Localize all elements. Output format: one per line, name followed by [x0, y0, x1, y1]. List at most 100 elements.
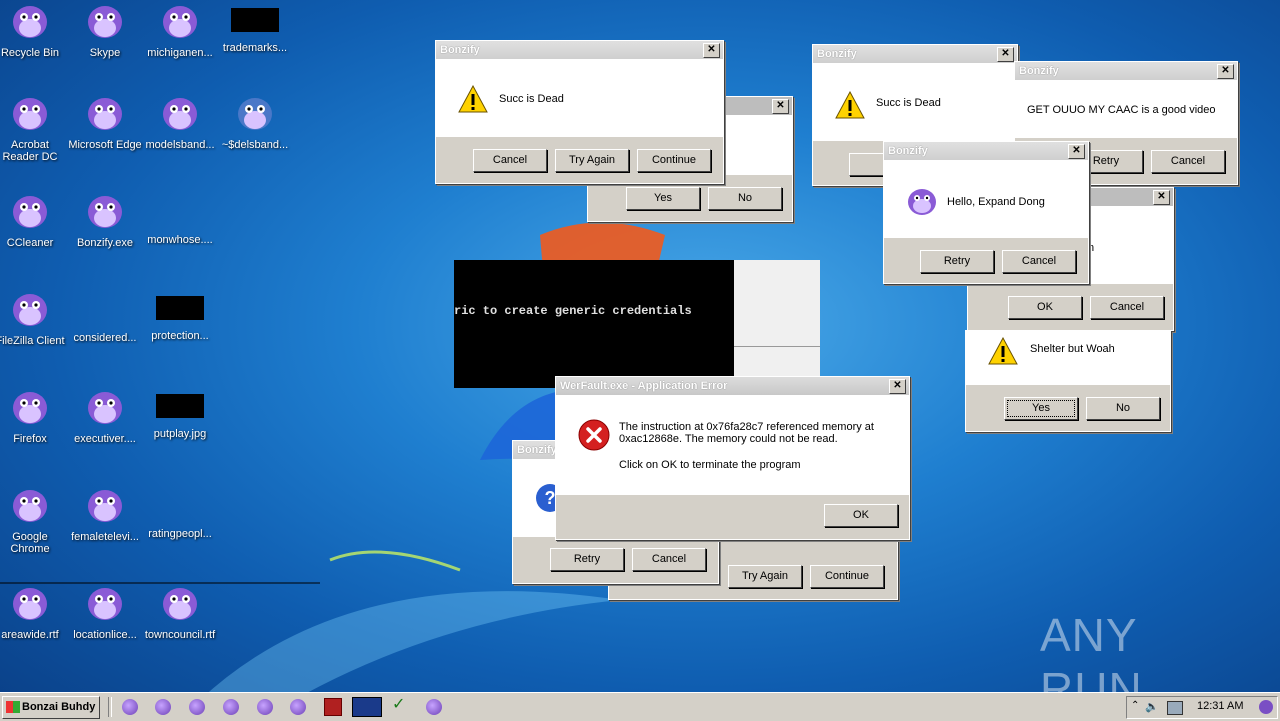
- desktop-icon-label: considered...: [73, 332, 137, 344]
- retry-button[interactable]: Retry: [550, 548, 624, 571]
- close-icon[interactable]: ✕: [1153, 190, 1170, 205]
- taskbar-bonzi-icon-1[interactable]: [122, 699, 138, 715]
- close-icon[interactable]: ✕: [1068, 144, 1085, 159]
- redacted-thumbnail-icon: [231, 8, 279, 32]
- desktop-icon-label: areawide.rtf: [1, 629, 59, 641]
- desktop-icon[interactable]: protection...: [142, 288, 218, 342]
- clock[interactable]: 12:31 AM: [1197, 700, 1243, 712]
- desktop-icon-label: protection...: [151, 330, 209, 342]
- warning-icon: [988, 337, 1018, 365]
- desktop-icon[interactable]: locationlice...: [67, 582, 143, 641]
- close-icon[interactable]: ✕: [997, 47, 1014, 62]
- desktop-icon[interactable]: monwhose....: [142, 190, 218, 246]
- desktop-icon-label: Firefox: [13, 433, 47, 445]
- continue-button[interactable]: Continue: [810, 565, 884, 588]
- yes-button[interactable]: Yes: [626, 187, 700, 210]
- desktop-icon[interactable]: Bonzify.exe: [67, 190, 143, 249]
- taskbar-monitor-icon[interactable]: [352, 697, 382, 717]
- blank-icon: [142, 190, 218, 234]
- desktop-icon[interactable]: executiver....: [67, 386, 143, 445]
- dialog-title: WerFault.exe - Application Error: [560, 380, 728, 392]
- desktop-icon[interactable]: michiganen...: [142, 0, 218, 59]
- desktop-icon-label: CCleaner: [6, 237, 54, 249]
- bonzi-icon: [163, 6, 197, 38]
- desktop-icon[interactable]: CCleaner: [0, 190, 68, 249]
- dialog-body: Succ is Dead: [813, 63, 1017, 141]
- error-line-2: 0xac12868e. The memory could not be read…: [619, 433, 838, 445]
- console-text: ric to create generic credentials: [454, 304, 692, 318]
- desktop-icon-label: towncouncil.rtf: [144, 629, 216, 641]
- desktop-icon-label: monwhose....: [147, 234, 213, 246]
- bonzi-icon: [13, 392, 47, 424]
- warning-icon: [835, 91, 865, 119]
- close-icon[interactable]: ✕: [889, 379, 906, 394]
- windows-flag-icon: [6, 701, 20, 714]
- no-button[interactable]: No: [1086, 397, 1160, 420]
- cancel-button[interactable]: Cancel: [1151, 150, 1225, 173]
- cancel-button[interactable]: Cancel: [1090, 296, 1164, 319]
- desktop-icon[interactable]: Skype: [67, 0, 143, 59]
- close-icon[interactable]: ✕: [1217, 64, 1234, 79]
- desktop-icon[interactable]: Recycle Bin: [0, 0, 68, 59]
- anyrun-watermark: ANY RUN: [1040, 608, 1240, 715]
- taskbar-bonzi-icon-4[interactable]: [223, 699, 239, 715]
- bonzify-dialog-hello: Bonzify ✕ Hello, Expand Dong Retry Cancel: [883, 141, 1089, 284]
- desktop-icon[interactable]: Microsoft Edge: [67, 92, 143, 151]
- error-line-1: The instruction at 0x76fa28c7 referenced…: [619, 421, 874, 433]
- desktop-icon[interactable]: ~$delsband...: [217, 92, 293, 151]
- desktop-icon-label: femaletelevi...: [71, 531, 139, 543]
- desktop-icon[interactable]: considered...: [67, 288, 143, 344]
- close-icon[interactable]: ✕: [772, 99, 789, 114]
- speaker-icon[interactable]: 🔈: [1145, 700, 1159, 713]
- continue-button[interactable]: Continue: [637, 149, 711, 172]
- tray-bonzi-icon[interactable]: [1259, 700, 1273, 714]
- desktop-icon[interactable]: Google Chrome: [0, 484, 68, 555]
- bonzi-icon: [163, 588, 197, 620]
- bonzi-icon: [88, 392, 122, 424]
- desktop-icon[interactable]: trademarks...: [217, 0, 293, 54]
- taskbar-red-app-icon[interactable]: [324, 698, 342, 716]
- desktop-icon[interactable]: Firefox: [0, 386, 68, 445]
- yes-button[interactable]: Yes: [1004, 397, 1078, 420]
- start-button[interactable]: Bonzai Buhdy: [2, 696, 100, 719]
- desktop-icon[interactable]: modelsband...: [142, 92, 218, 151]
- ok-button[interactable]: OK: [1008, 296, 1082, 319]
- desktop-icon[interactable]: putplay.jpg: [142, 386, 218, 440]
- desktop-icon[interactable]: towncouncil.rtf: [142, 582, 218, 641]
- desktop-icon[interactable]: ratingpeopl...: [142, 484, 218, 540]
- desktop-icon-label: FileZilla Client: [0, 335, 65, 347]
- cancel-button[interactable]: Cancel: [632, 548, 706, 571]
- bonzi-icon: [13, 98, 47, 130]
- desktop-icon[interactable]: FileZilla Client: [0, 288, 68, 347]
- cancel-button[interactable]: Cancel: [1002, 250, 1076, 273]
- desktop-icon[interactable]: femaletelevi...: [67, 484, 143, 543]
- try-again-button[interactable]: Try Again: [728, 565, 802, 588]
- close-icon[interactable]: ✕: [703, 43, 720, 58]
- taskbar-bonzi-icon-7[interactable]: [426, 699, 442, 715]
- dialog-titlebar: Bonzify ✕: [436, 41, 723, 59]
- network-icon[interactable]: [1167, 701, 1183, 715]
- dialog-message: Succ is Dead: [499, 93, 564, 105]
- dialog-message: GET OUUO MY CAAC is a good video: [1027, 104, 1216, 116]
- bonzi-icon: [88, 490, 122, 522]
- bonzify-dialog-shelter: Shelter but Woah Yes No: [965, 330, 1171, 432]
- try-again-button[interactable]: Try Again: [555, 149, 629, 172]
- tray-chevron-icon[interactable]: ⌃: [1131, 700, 1139, 711]
- blank-icon: [142, 484, 218, 528]
- cancel-button[interactable]: Cancel: [473, 149, 547, 172]
- error-icon: [578, 419, 610, 451]
- taskbar-bonzi-icon-5[interactable]: [257, 699, 273, 715]
- taskbar-bonzi-icon-3[interactable]: [189, 699, 205, 715]
- bonzi-icon: [13, 196, 47, 228]
- desktop-icon[interactable]: areawide.rtf: [0, 582, 68, 641]
- taskbar-bonzi-icon-2[interactable]: [155, 699, 171, 715]
- console-side-panel: [734, 260, 820, 389]
- no-button[interactable]: No: [708, 187, 782, 210]
- desktop-icon[interactable]: Acrobat Reader DC: [0, 92, 68, 163]
- retry-button[interactable]: Retry: [920, 250, 994, 273]
- taskbar-bonzi-icon-6[interactable]: [290, 699, 306, 715]
- bonzi-icon: [88, 6, 122, 38]
- ok-button[interactable]: OK: [824, 504, 898, 527]
- dialog-body: Hello, Expand Dong: [884, 160, 1088, 238]
- taskbar-check-icon[interactable]: ✓: [392, 696, 408, 714]
